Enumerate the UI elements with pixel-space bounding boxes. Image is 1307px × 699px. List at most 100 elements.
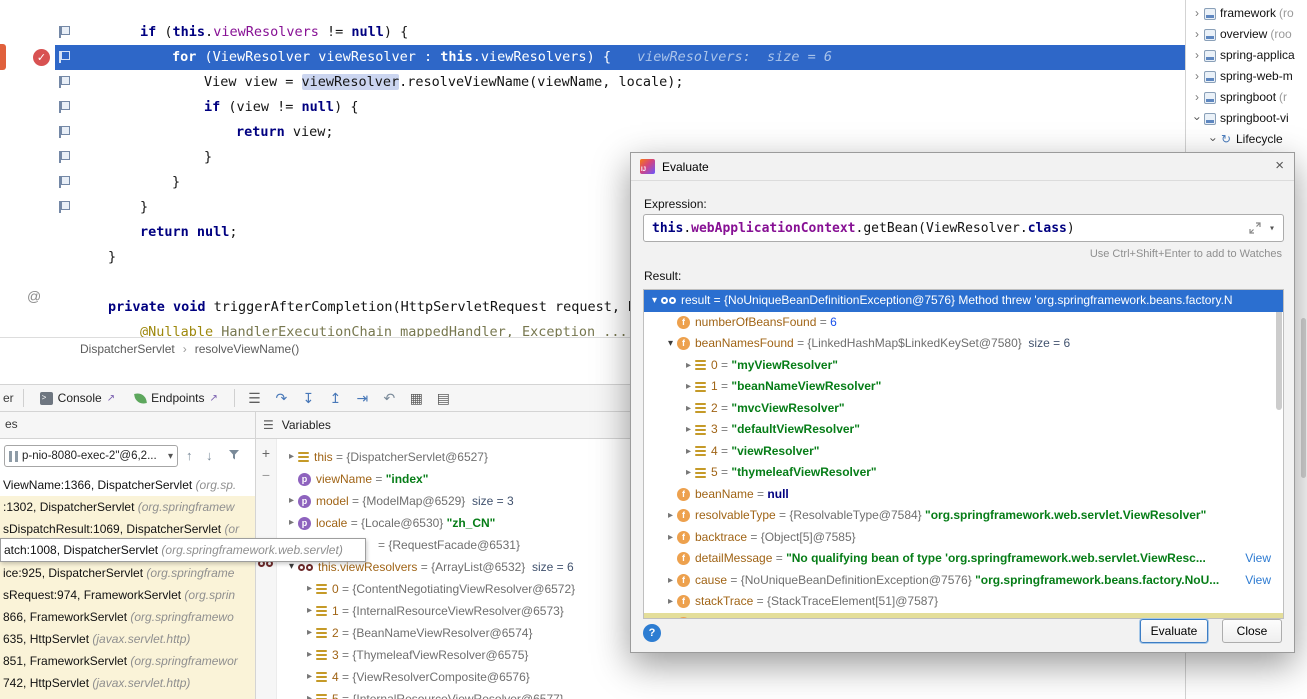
stack-frame[interactable]: 851, FrameworkServlet (org.springframewo… [0,650,255,672]
code-line[interactable]: private void triggerAfterCompletion(Http… [108,295,644,320]
project-tree-item[interactable]: ›spring-web-m [1186,66,1307,87]
remove-watch-icon[interactable]: − [255,467,277,483]
expander-icon[interactable]: ▸ [682,462,695,484]
expand-icon[interactable] [1249,222,1261,234]
project-tree-item[interactable]: ›framework (ro [1186,3,1307,24]
expander-icon[interactable]: ▸ [682,355,695,377]
tree-row[interactable]: fbeanName = null [644,484,1283,506]
thread-selector[interactable]: p-nio-8080-exec-2"@6,2... ▾ [4,445,178,467]
expander-icon[interactable]: ▾ [648,290,661,312]
stack-frame[interactable]: lDoFilter:231, ApplicationFilterChain (o… [0,694,255,699]
chevron-icon[interactable]: › [1190,3,1204,24]
tree-row[interactable]: fdetailMessage = "No qualifying bean of … [644,548,1283,570]
project-tree-item[interactable]: ›springboot (r [1186,87,1307,108]
tree-row[interactable]: ▸4 = {ViewResolverComposite@6576} [277,666,1185,688]
clipped-debugger-tab[interactable]: er [0,391,17,405]
stack-frame[interactable]: 742, HttpServlet (javax.servlet.http) [0,672,255,694]
stack-frame[interactable]: ice:925, DispatcherServlet (org.springfr… [0,562,255,584]
expander-icon[interactable]: ▸ [303,666,316,688]
code-line[interactable]: return null; [140,220,238,245]
tree-row[interactable]: fnumberOfBeansFound = 6 [644,312,1283,334]
expander-icon[interactable]: ▸ [285,446,298,468]
stack-frame[interactable]: 635, HttpServlet (javax.servlet.http) [0,628,255,650]
tree-row[interactable]: ▸2 = "mvcViewResolver" [644,398,1283,420]
tree-row[interactable]: ▸4 = "viewResolver" [644,441,1283,463]
code-line[interactable]: View view = viewResolver.resolveViewName… [204,70,684,95]
stack-frame[interactable]: sRequest:974, FrameworkServlet (org.spri… [0,584,255,606]
add-watch-icon[interactable]: + [255,445,277,461]
code-line[interactable]: @Nullable HandlerExecutionChain mappedHa… [140,320,628,337]
code-line[interactable]: } [140,195,148,220]
expander-icon[interactable]: ▸ [682,419,695,441]
tree-row[interactable]: ▸fstackTrace = {StackTraceElement[51]@75… [644,591,1283,613]
expander-icon[interactable]: ▸ [664,591,677,613]
expander-icon[interactable]: ▸ [682,441,695,463]
expander-icon[interactable]: ▸ [303,578,316,600]
project-tree-item[interactable]: ›↻Lifecycle [1186,129,1307,150]
code-line[interactable]: } [204,145,212,170]
evaluate-button[interactable]: Evaluate [1140,619,1208,643]
stack-frame[interactable]: sDispatchResult:1069, DispatcherServlet … [0,518,255,540]
expander-icon[interactable]: ▸ [303,622,316,644]
tree-row[interactable]: ▸fcause = {NoUniqueBeanDefinitionExcepti… [644,570,1283,592]
expander-icon[interactable]: ▸ [285,512,298,534]
tab-endpoints[interactable]: Endpoints ↗ [125,385,228,411]
tree-row[interactable]: ▾result = {NoUniqueBeanDefinitionExcepti… [644,290,1283,312]
expander-icon[interactable]: ▾ [664,333,677,355]
filter-icon[interactable] [228,449,240,461]
expander-icon[interactable]: ▸ [303,688,316,699]
previous-frame-icon[interactable]: ↑ [186,448,193,463]
stack-frame[interactable]: 866, FrameworkServlet (org.springframewo [0,606,255,628]
tree-row[interactable]: ▸fresolvableType = {ResolvableType@7584}… [644,505,1283,527]
code-line[interactable]: for (ViewResolver viewResolver : this.vi… [172,45,832,70]
close-button[interactable]: Close [1222,619,1282,643]
expander-icon[interactable]: ▸ [285,490,298,512]
tree-row[interactable]: ▸0 = "myViewResolver" [644,355,1283,377]
dialog-titlebar[interactable]: IJ Evaluate [631,153,1294,181]
step-into-icon[interactable]: ↧ [295,390,322,407]
run-to-cursor-icon[interactable]: ⇥ [349,390,376,407]
step-over-icon[interactable]: ↷ [268,390,295,407]
code-line[interactable]: if (view != null) { [204,95,358,120]
next-frame-icon[interactable]: ↓ [206,448,213,463]
mute-breakpoints-icon[interactable]: ▤ [430,390,457,407]
code-line[interactable]: } [172,170,180,195]
tree-row[interactable]: ▸1 = "beanNameViewResolver" [644,376,1283,398]
project-tree-item[interactable]: ›overview (roo [1186,24,1307,45]
stack-frame[interactable]: :1302, DispatcherServlet (org.springfram… [0,496,255,518]
code-line[interactable]: if (this.viewResolvers != null) { [140,20,408,45]
tree-row[interactable]: ▸fbacktrace = {Object[5]@7585} [644,527,1283,549]
breadcrumb-method[interactable]: resolveViewName() [195,342,299,356]
view-link[interactable]: View [1237,548,1271,570]
expander-icon[interactable]: ▸ [682,376,695,398]
chevron-icon[interactable]: › [1190,45,1204,66]
project-tree-item[interactable]: ›springboot-vi [1186,108,1307,129]
view-link[interactable]: View [1237,570,1271,592]
step-out-icon[interactable]: ↥ [322,390,349,407]
scrollbar[interactable] [1301,318,1306,478]
code-line[interactable]: return view; [236,120,334,145]
clipped-frames-tab[interactable]: es [2,417,21,431]
chevron-down-icon[interactable]: ▾ [1269,223,1275,234]
expander-icon[interactable]: ▸ [303,600,316,622]
chevron-icon[interactable]: › [1190,66,1204,87]
expander-icon[interactable]: ▸ [664,527,677,549]
chevron-icon[interactable]: › [1203,133,1224,147]
stack-frame[interactable]: ViewName:1366, DispatcherServlet (org.sp… [0,474,255,496]
expression-input[interactable]: this.webApplicationContext.getBean(ViewR… [643,214,1284,242]
hamburger-menu-icon[interactable]: ☰ [263,418,274,432]
tab-console[interactable]: Console ↗ [30,385,125,411]
expander-icon[interactable]: ▸ [303,644,316,666]
hamburger-menu-icon[interactable]: ☰ [241,390,268,407]
tree-row[interactable]: ▸5 = "thymeleafViewResolver" [644,462,1283,484]
tree-row[interactable]: ▸5 = {InternalResourceViewResolver@6577} [277,688,1185,699]
tree-row[interactable]: ▸3 = "defaultViewResolver" [644,419,1283,441]
expander-icon[interactable]: ▸ [664,505,677,527]
view-breakpoints-icon[interactable]: ▦ [403,390,430,407]
project-tree-item[interactable]: ›spring-applica [1186,45,1307,66]
expander-icon[interactable]: ▸ [664,570,677,592]
drop-frame-icon[interactable]: ↶ [376,390,403,407]
chevron-icon[interactable]: › [1190,87,1204,108]
breakpoint-hit-icon[interactable]: ✓ [33,49,50,66]
help-button[interactable]: ? [643,624,661,642]
